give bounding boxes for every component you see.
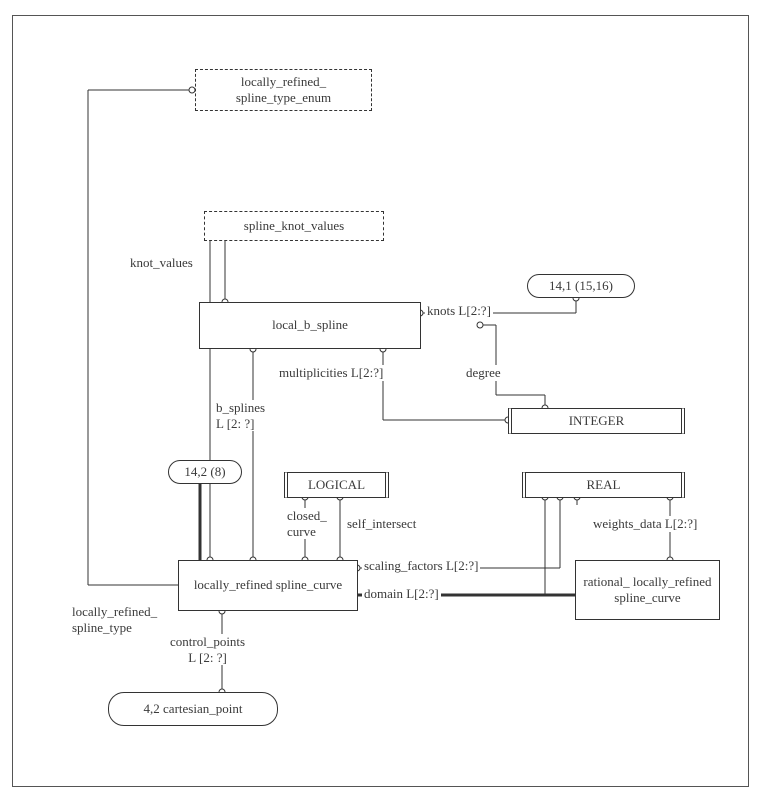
integer-label: INTEGER (569, 413, 625, 429)
edge-scaling-factors: scaling_factors L[2:?] (362, 558, 480, 574)
rational-lr-spline-curve-label: rational_ locally_refined spline_curve (582, 574, 713, 607)
enum-type-box: locally_refined_ spline_type_enum (195, 69, 372, 111)
logical-box: LOGICAL (284, 472, 389, 498)
logical-label: LOGICAL (308, 477, 365, 493)
local-b-spline-box: local_b_spline (199, 302, 421, 349)
real-box: REAL (522, 472, 685, 498)
edge-b-splines: b_splines L [2: ?] (214, 400, 267, 431)
edge-multiplicities: multiplicities L[2:?] (277, 365, 385, 381)
ref-14-2-label: 14,2 (8) (184, 464, 225, 480)
enum-type-label: locally_refined_ spline_type_enum (202, 74, 365, 107)
edge-domain: domain L[2:?] (362, 586, 441, 602)
ref-14-1-label: 14,1 (15,16) (549, 278, 613, 294)
edge-closed-curve: closed_ curve (285, 508, 329, 539)
real-label: REAL (587, 477, 621, 493)
lr-spline-curve-label: locally_refined spline_curve (194, 577, 342, 593)
ref-14-2-pill: 14,2 (8) (168, 460, 242, 484)
cartesian-point-label: 4,2 cartesian_point (144, 701, 243, 717)
cartesian-point-pill: 4,2 cartesian_point (108, 692, 278, 726)
edge-knot-values: knot_values (128, 255, 195, 271)
ref-14-1-pill: 14,1 (15,16) (527, 274, 635, 298)
edge-self-intersect: self_intersect (345, 516, 418, 532)
edge-control-points: control_points L [2: ?] (168, 634, 247, 665)
rational-lr-spline-curve-box: rational_ locally_refined spline_curve (575, 560, 720, 620)
edge-knots: knots L[2:?] (425, 303, 493, 319)
knot-values-type-box: spline_knot_values (204, 211, 384, 241)
edge-weights-data: weights_data L[2:?] (591, 516, 699, 532)
knot-values-type-label: spline_knot_values (244, 218, 344, 234)
integer-box: INTEGER (508, 408, 685, 434)
edge-degree: degree (464, 365, 503, 381)
lr-spline-curve-box: locally_refined spline_curve (178, 560, 358, 611)
local-b-spline-label: local_b_spline (272, 317, 348, 333)
edge-spline-type: locally_refined_ spline_type (70, 604, 159, 635)
